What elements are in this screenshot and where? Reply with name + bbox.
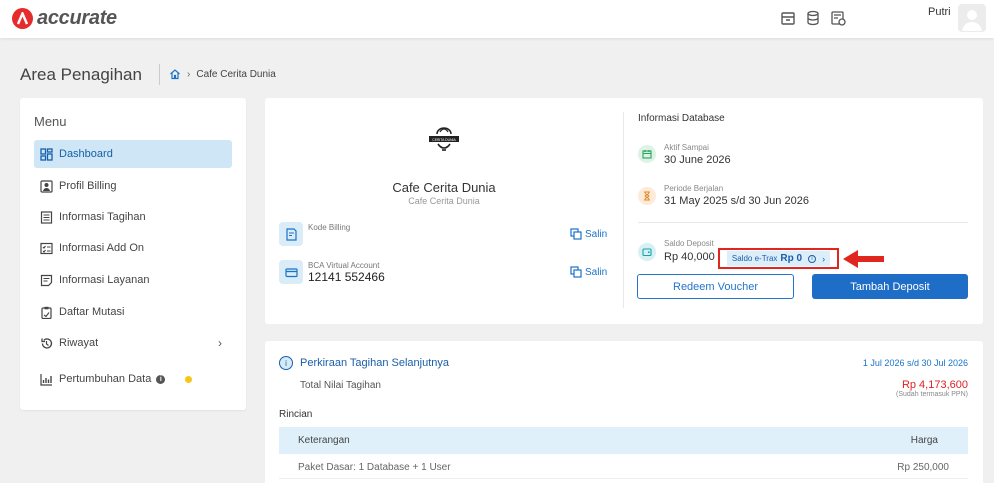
- hourglass-icon: [638, 187, 656, 205]
- table-row: Paket Dasar: 1 Database + 1 User Rp 250,…: [279, 457, 968, 479]
- billing-estimate-card: i Perkiraan Tagihan Selanjutnya 1 Jul 20…: [265, 341, 983, 483]
- store-icon[interactable]: [780, 10, 796, 26]
- copy-bca-account-button[interactable]: Salin: [570, 266, 607, 278]
- notification-dot: [185, 375, 193, 383]
- breadcrumb-current: Cafe Cerita Dunia: [196, 68, 276, 80]
- table-header: Keterangan Harga: [279, 427, 968, 454]
- copy-icon: [570, 228, 582, 240]
- menu-item-riwayat[interactable]: Riwayat ›: [34, 329, 232, 357]
- saldo-deposit-label: Saldo Deposit: [664, 239, 714, 248]
- periode-berjalan-label: Periode Berjalan: [664, 184, 724, 193]
- saldo-etrax-button[interactable]: Saldo e-Trax Rp 0 i ›: [726, 251, 831, 266]
- top-bar: accurate Putri: [0, 0, 994, 38]
- billing-code-icon: [279, 222, 303, 246]
- aktif-sampai-label: Aktif Sampai: [664, 143, 709, 152]
- user-name[interactable]: Putri: [928, 6, 951, 18]
- service-icon: [40, 274, 53, 286]
- menu-item-informasi-tagihan[interactable]: Informasi Tagihan: [34, 203, 232, 231]
- breadcrumb: › Cafe Cerita Dunia: [169, 68, 276, 80]
- total-note: (Sudah termasuk PPN): [896, 391, 968, 398]
- column-harga: Harga: [910, 435, 938, 446]
- page-title: Area Penagihan: [20, 65, 142, 84]
- tambah-deposit-button[interactable]: Tambah Deposit: [812, 274, 968, 299]
- menu-item-label: Informasi Tagihan: [59, 211, 146, 223]
- card-divider: [623, 112, 624, 308]
- growth-chart-icon: [40, 373, 52, 386]
- invoice-icon: [40, 210, 53, 224]
- row-price: Rp 250,000: [897, 462, 949, 473]
- column-keterangan: Keterangan: [298, 435, 350, 446]
- menu-item-dashboard[interactable]: Dashboard: [34, 140, 232, 168]
- menu-item-label: Riwayat: [59, 337, 99, 349]
- profile-icon: [40, 179, 53, 193]
- menu-item-informasi-layanan[interactable]: Informasi Layanan: [34, 266, 232, 294]
- company-subtitle: Cafe Cerita Dunia: [408, 196, 480, 206]
- row-description: Paket Dasar: 1 Database + 1 User: [298, 462, 451, 473]
- company-info-card: CERITA DUNIA Cafe Cerita Dunia Cafe Ceri…: [265, 98, 983, 324]
- billing-title-text: Perkiraan Tagihan Selanjutnya: [300, 357, 450, 369]
- chevron-right-icon: ›: [218, 336, 222, 350]
- avatar[interactable]: [958, 4, 986, 32]
- brand-logo-icon: [12, 8, 33, 29]
- annotation-arrow-icon: [843, 250, 884, 268]
- menu-item-profil-billing[interactable]: Profil Billing: [34, 172, 232, 200]
- menu-item-label: Profil Billing: [59, 180, 117, 192]
- section-divider: [638, 222, 968, 223]
- billing-period: 1 Jul 2026 s/d 30 Jul 2026: [862, 358, 968, 368]
- menu-item-daftar-mutasi[interactable]: Daftar Mutasi: [34, 298, 232, 326]
- menu-item-label: Informasi Add On: [59, 242, 144, 254]
- bca-virtual-account-label: BCA Virtual Account: [308, 261, 380, 270]
- redeem-voucher-button[interactable]: Redeem Voucher: [637, 274, 794, 299]
- menu-panel: Menu Dashboard Profil Billing Informasi …: [20, 98, 246, 410]
- wallet-icon: [638, 243, 656, 261]
- chevron-right-icon: ›: [822, 253, 826, 264]
- periode-berjalan-value: 31 May 2025 s/d 30 Jun 2026: [664, 195, 809, 207]
- brand-logo[interactable]: accurate: [12, 7, 117, 30]
- aktif-sampai-value: 30 June 2026: [664, 154, 731, 166]
- database-settings-icon[interactable]: [830, 10, 846, 26]
- rincian-label: Rincian: [279, 409, 313, 420]
- company-name: Cafe Cerita Dunia: [392, 180, 496, 195]
- copy-icon: [570, 266, 582, 278]
- menu-item-label: Pertumbuhan Data: [59, 373, 152, 385]
- bank-card-icon: [279, 260, 303, 284]
- kode-billing-label: Kode Billing: [308, 223, 351, 232]
- saldo-etrax-highlight[interactable]: Saldo e-Trax Rp 0 i ›: [718, 248, 839, 269]
- bca-virtual-account-value: 12141 552466: [308, 270, 385, 284]
- breadcrumb-chevron-icon: ›: [187, 68, 191, 80]
- home-icon[interactable]: [169, 68, 181, 80]
- brand-name: accurate: [37, 7, 117, 29]
- company-logo-text: CERITA DUNIA: [432, 138, 456, 142]
- menu-item-label: Informasi Layanan: [59, 274, 150, 286]
- addon-icon: [40, 242, 53, 254]
- menu-item-informasi-add-on[interactable]: Informasi Add On: [34, 234, 232, 262]
- dashboard-icon: [40, 147, 53, 161]
- billing-title: i Perkiraan Tagihan Selanjutnya: [279, 356, 449, 370]
- saldo-etrax-value: Rp 0: [780, 253, 803, 264]
- saldo-etrax-label: Saldo e-Trax: [731, 254, 778, 263]
- database-icon[interactable]: [805, 10, 821, 26]
- copy-label: Salin: [585, 266, 608, 278]
- saldo-deposit-value: Rp 40,000: [664, 251, 715, 263]
- info-icon: i: [279, 356, 293, 370]
- company-logo: CERITA DUNIA: [423, 118, 465, 160]
- total-label: Total Nilai Tagihan: [300, 380, 381, 391]
- history-icon: [41, 337, 53, 349]
- calendar-icon: [638, 145, 656, 163]
- clipboard-icon: [41, 306, 52, 319]
- menu-title: Menu: [34, 114, 67, 129]
- menu-item-label: Daftar Mutasi: [59, 306, 125, 318]
- menu-item-pertumbuhan-data[interactable]: Pertumbuhan Data i: [34, 365, 232, 393]
- total-value: Rp 4,173,600: [901, 379, 968, 391]
- breadcrumb-divider: [159, 64, 160, 85]
- copy-kode-billing-button[interactable]: Salin: [570, 228, 607, 240]
- menu-item-label: Dashboard: [59, 148, 113, 160]
- info-icon[interactable]: i: [156, 374, 166, 384]
- database-info-title: Informasi Database: [638, 113, 725, 124]
- info-icon: i: [808, 254, 817, 263]
- copy-label: Salin: [585, 228, 608, 240]
